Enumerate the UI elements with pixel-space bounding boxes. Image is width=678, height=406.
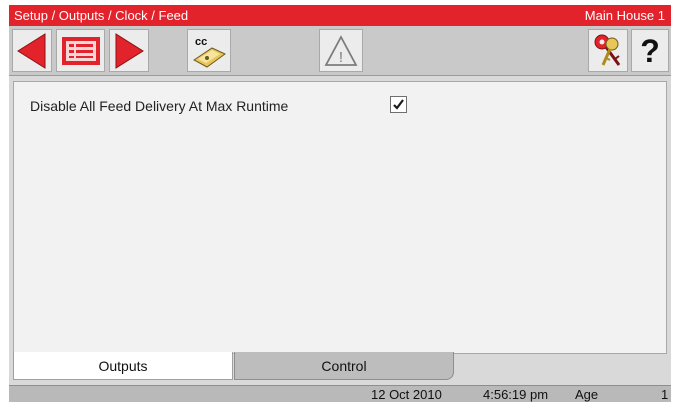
status-time: 4:56:19 pm: [483, 387, 549, 402]
settings-panel: Disable All Feed Delivery At Max Runtime: [13, 81, 667, 354]
breadcrumb: Setup / Outputs / Clock / Feed: [14, 8, 189, 23]
help-button[interactable]: ?: [631, 29, 669, 72]
checkmark-icon: [393, 99, 404, 110]
disable-feed-checkbox[interactable]: [390, 96, 407, 113]
title-bar: Setup / Outputs / Clock / Feed Main Hous…: [9, 5, 671, 26]
menu-button[interactable]: [56, 29, 105, 72]
left-arrow-icon: [17, 32, 46, 69]
tab-outputs[interactable]: Outputs: [13, 352, 233, 380]
tab-bar: Outputs Control: [13, 352, 667, 380]
tab-control[interactable]: Control: [234, 352, 454, 380]
back-button[interactable]: [12, 29, 52, 72]
toolbar: cc ! ?: [9, 26, 671, 76]
status-bar: 12 Oct 2010 4:56:19 pm Age 1: [9, 385, 671, 402]
status-age-value: 1: [661, 387, 669, 402]
alarm-exclamation: !: [339, 49, 343, 66]
controller-window: Setup / Outputs / Clock / Feed Main Hous…: [9, 5, 671, 402]
copy-button[interactable]: cc: [187, 29, 231, 72]
status-date: 12 Oct 2010: [371, 387, 442, 402]
disable-feed-label: Disable All Feed Delivery At Max Runtime: [30, 98, 289, 114]
keys-icon: [594, 34, 621, 66]
right-arrow-icon: [115, 32, 144, 69]
location-name: Main House 1: [584, 8, 665, 23]
cc-text: cc: [195, 36, 207, 48]
menu-list-icon: [61, 36, 100, 65]
cc-copy-icon: cc: [193, 36, 226, 68]
status-age-label: Age: [575, 387, 599, 402]
alarm-button[interactable]: !: [319, 29, 363, 72]
help-icon: ?: [640, 32, 660, 69]
warning-triangle-icon: !: [324, 34, 358, 66]
keys-button[interactable]: [588, 29, 628, 72]
forward-button[interactable]: [109, 29, 149, 72]
